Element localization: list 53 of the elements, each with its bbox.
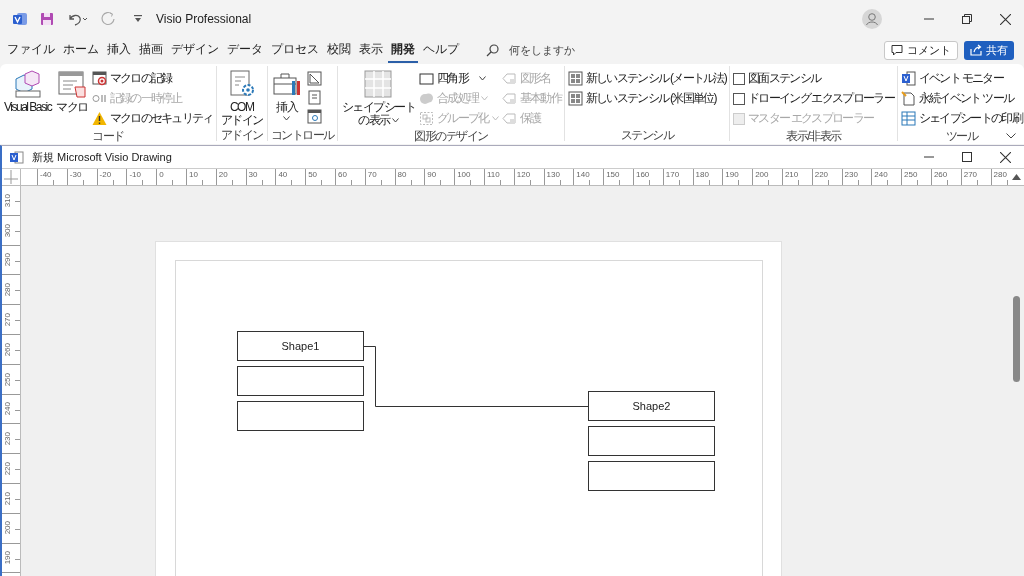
group-label: ツール (945, 128, 978, 142)
ruler-label: 220 (3, 461, 12, 476)
ribbon-tab[interactable]: ファイル (4, 37, 58, 63)
group-label: コントロール (270, 127, 334, 141)
ribbon-button[interactable]: 四角形 (419, 69, 499, 88)
search-field[interactable]: 何をしますか (486, 43, 591, 57)
shape-box[interactable]: Shape1 (237, 331, 364, 361)
ruler-label: 190 (3, 551, 12, 565)
ruler-label: 270 (3, 312, 12, 327)
ribbon-button[interactable]: Visual Basic (3, 69, 53, 114)
group-label: ステンシル (620, 127, 674, 141)
group-label: コード (92, 128, 124, 142)
group-label: アドイン (220, 127, 263, 141)
ruler-label: 300 (3, 223, 12, 237)
ribbon-tab[interactable]: 挿入 (104, 37, 134, 63)
ruler-label: 250 (3, 372, 12, 386)
ribbon-button[interactable]: シェイプシート の表示 (340, 69, 417, 127)
ribbon-button[interactable]: シェイプシートの印刷 (900, 109, 1022, 128)
ribbon-button[interactable]: イベント モニター (900, 69, 1022, 88)
app-title: Visio Professional (156, 12, 252, 26)
ruler-label: 200 (3, 521, 12, 535)
comment-button[interactable]: コメント (884, 40, 958, 60)
share-button[interactable]: 共有 (964, 40, 1014, 60)
ribbon-tab[interactable]: ヘルプ (420, 37, 462, 63)
ruler-label: 230 (3, 432, 12, 446)
checkbox-option[interactable]: 図面ステンシル (733, 69, 894, 88)
group-label: 表示/非表示 (786, 128, 841, 142)
ruler-label: 260 (3, 342, 12, 357)
group-label: 図形のデザイン (414, 128, 488, 142)
ribbon-tab[interactable]: ホーム (60, 37, 102, 63)
ribbon-tab[interactable]: デザイン (168, 37, 222, 63)
ribbon-tab[interactable]: 表示 (356, 37, 386, 63)
ribbon-tab[interactable]: データ (224, 37, 266, 63)
ribbon-button[interactable]: マクロのセキュリティ (91, 109, 213, 128)
ruler-label: 290 (3, 253, 12, 267)
ribbon-button[interactable]: マクロの記録 (91, 69, 213, 88)
ribbon-tab[interactable]: プロセス (268, 37, 322, 63)
ribbon-button[interactable]: 永続イベント ツール (900, 89, 1022, 108)
ruler-label: 310 (3, 193, 12, 208)
ribbon-tab[interactable]: 描画 (136, 37, 166, 63)
document-title: 新規 Microsoft Visio Drawing (32, 149, 172, 165)
ribbon-button[interactable]: マクロ (55, 69, 89, 114)
ribbon-button[interactable]: 新しいステンシル (メートル法) (567, 69, 727, 88)
ribbon-tab[interactable]: 開発 (388, 37, 418, 63)
ribbon-button[interactable]: 挿入 (270, 69, 303, 121)
ribbon-button[interactable]: 新しいステンシル (米国単位) (567, 89, 727, 108)
ribbon-button[interactable]: COM アドイン (219, 69, 264, 127)
ruler-label: 280 (3, 283, 12, 297)
checkbox-option[interactable]: ドローイング エクスプローラー (733, 89, 894, 108)
ruler-label: 210 (3, 491, 12, 506)
ruler-label: 240 (3, 402, 12, 416)
shape-box[interactable]: Shape2 (588, 391, 715, 421)
ribbon-tab[interactable]: 校閲 (324, 37, 354, 63)
